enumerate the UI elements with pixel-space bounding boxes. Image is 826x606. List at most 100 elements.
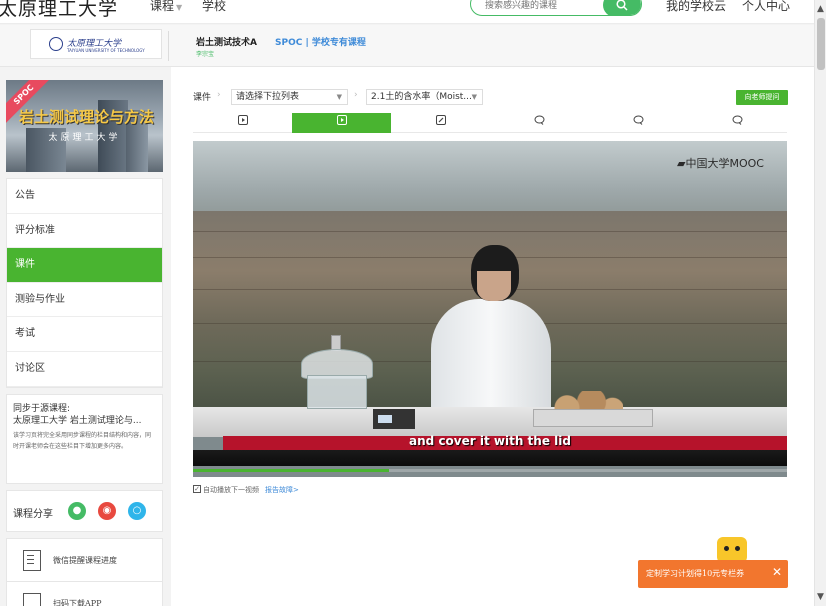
breadcrumb-separator-icon: ›: [354, 90, 358, 100]
dropdown-arrow-icon: ▼: [336, 93, 342, 101]
teacher-name[interactable]: 李宗宝: [196, 49, 214, 58]
share-label: 课程分享: [13, 508, 53, 520]
school-logo[interactable]: 太原理工大学 TAIYUAN UNIVERSITY OF TECHNOLOGY: [30, 29, 162, 59]
balance-scale: [373, 409, 415, 429]
tab-discussion-1[interactable]: [490, 113, 589, 133]
sync-note: 该学习页将完全采用同步课程的栏目结构和内容，同时开课老师会在这些栏目下增加更多内…: [13, 431, 152, 450]
discussion-icon: [732, 115, 743, 125]
page-scrollbar[interactable]: ▲ ▼: [814, 0, 826, 606]
menu-item-announcements[interactable]: 公告: [7, 179, 162, 214]
hill-contour: [193, 231, 787, 232]
scroll-up-icon[interactable]: ▲: [817, 4, 824, 14]
video-subtitle: and cover it with the lid: [409, 434, 571, 448]
sync-source-link[interactable]: 太原理工大学 岩土测试理论与...: [13, 415, 156, 427]
autoplay-checkbox[interactable]: ✓: [193, 485, 201, 493]
course-header: 太原理工大学 TAIYUAN UNIVERSITY OF TECHNOLOGY …: [0, 25, 814, 67]
promo-banner[interactable]: 定制学习计划得10元专栏券 ✕: [638, 560, 788, 588]
search-input[interactable]: [485, 0, 595, 13]
app-download-button[interactable]: 扫码下载APP: [6, 581, 163, 606]
chevron-down-icon: ▼: [176, 3, 183, 12]
sample-tray: [533, 409, 653, 427]
menu-item-forum[interactable]: 讨论区: [7, 352, 162, 387]
nav-course-label: 课程: [150, 0, 175, 13]
video-icon: [237, 115, 248, 125]
mascot-eye: [724, 546, 729, 551]
discussion-icon: [633, 115, 644, 125]
discussion-icon: [534, 115, 545, 125]
nav-user-center[interactable]: 个人中心: [742, 0, 790, 14]
cover-title: 岩土测试理论与方法: [18, 108, 154, 126]
promo-text: 定制学习计划得10元专栏券: [646, 569, 745, 578]
menu-item-quizzes[interactable]: 测验与作业: [7, 283, 162, 318]
school-logo-subtitle: TAIYUAN UNIVERSITY OF TECHNOLOGY: [67, 48, 145, 53]
tab-discussion-2[interactable]: [589, 113, 688, 133]
autoplay-label: 自动播放下一视频: [203, 486, 259, 494]
share-panel: 课程分享 ● ◉ ○: [6, 489, 163, 532]
cover-school: 太原理工大学: [48, 133, 121, 143]
video-progress-fill: [193, 469, 390, 472]
mooc-watermark: ▰中国大学MOOC: [677, 157, 764, 170]
search-button[interactable]: [603, 0, 641, 15]
search-box: [470, 0, 642, 16]
tab-discussion-3[interactable]: [688, 113, 787, 133]
lab-bench: [193, 407, 787, 437]
scale-display: [378, 415, 392, 423]
ask-teacher-button[interactable]: 向老师提问: [736, 90, 788, 105]
close-icon[interactable]: ✕: [772, 565, 782, 579]
mooc-watermark-text: 中国大学MOOC: [685, 157, 764, 170]
course-menu: 公告 评分标准 课件 测验与作业 考试 讨论区: [6, 178, 163, 388]
wechat-remind-button[interactable]: 微信提醒课程进度: [6, 537, 163, 582]
sync-info-panel: 同步于源课程: 太原理工大学 岩土测试理论与... 该学习页将完全采用同步课程的…: [6, 393, 163, 484]
video-presenter: [423, 245, 553, 424]
sync-heading: 同步于源课程:: [13, 403, 71, 414]
report-issue-link[interactable]: 报告故障>: [265, 486, 299, 494]
spoc-label: SPOC | 学校专有课程: [275, 38, 366, 48]
video-icon: [336, 115, 347, 125]
unit-select-value: 请选择下拉列表: [236, 92, 300, 102]
unit-tabs: [193, 113, 787, 133]
presenter-face: [477, 271, 511, 301]
scroll-down-icon[interactable]: ▼: [817, 592, 824, 602]
desiccator: [301, 331, 373, 409]
main-panel: 课件 › 请选择下拉列表 ▼ › 2.1土的含水率（Moist... ▼ 向老师…: [171, 67, 814, 606]
qr-code-icon: [23, 592, 41, 606]
unit-select[interactable]: 请选择下拉列表 ▼: [231, 89, 348, 105]
autoplay-row: ✓ 自动播放下一视频 报告故障>: [193, 485, 299, 495]
desiccator-body: [307, 375, 367, 409]
app-download-label: 扫码下载APP: [53, 598, 102, 606]
document-icon: [435, 115, 446, 125]
qq-icon[interactable]: ○: [128, 501, 146, 520]
site-logo[interactable]: 太原理工大学: [0, 0, 118, 21]
video-progress-bar[interactable]: [193, 469, 787, 472]
menu-item-grading[interactable]: 评分标准: [7, 214, 162, 249]
wechat-remind-label: 微信提醒课程进度: [53, 555, 117, 565]
video-scene-sky: [193, 141, 787, 221]
video-player[interactable]: ▰中国大学MOOC and cover it with the lid: [193, 141, 787, 477]
mascot-eye: [735, 546, 740, 551]
header-divider: [168, 31, 169, 61]
sidebar: SPOC 岩土测试理论与方法 太原理工大学 公告 评分标准 课件 测验与作业 考…: [6, 80, 163, 606]
wechat-icon[interactable]: ●: [68, 501, 86, 520]
dropdown-arrow-icon: ▼: [471, 93, 477, 101]
tab-video-2[interactable]: [292, 113, 391, 133]
menu-item-exams[interactable]: 考试: [7, 317, 162, 352]
tab-video-1[interactable]: [193, 113, 292, 133]
nav-course-menu[interactable]: 课程 ▼: [150, 0, 182, 14]
nav-school-link[interactable]: 学校: [202, 0, 226, 14]
scrollbar-thumb[interactable]: [817, 18, 825, 70]
menu-item-courseware[interactable]: 课件: [7, 248, 162, 283]
breadcrumb-separator-icon: ›: [217, 90, 221, 100]
top-nav: 太原理工大学 课程▼ 学校 我的学校云 个人中心: [0, 0, 814, 24]
search-icon: [616, 0, 628, 11]
nav-my-school-cloud[interactable]: 我的学校云: [666, 0, 726, 14]
school-seal-icon: [49, 37, 63, 51]
lesson-select[interactable]: 2.1土的含水率（Moist... ▼: [366, 89, 483, 105]
checklist-icon: [23, 549, 41, 571]
lesson-select-value: 2.1土的含水率（Moist...: [371, 92, 472, 102]
tab-document[interactable]: [391, 113, 490, 133]
weibo-icon[interactable]: ◉: [98, 501, 116, 520]
presenter-coat: [431, 299, 551, 424]
course-cover-image: SPOC 岩土测试理论与方法 太原理工大学: [6, 80, 163, 172]
video-bottom-bar: [193, 450, 787, 466]
breadcrumb-root[interactable]: 课件: [193, 90, 211, 103]
